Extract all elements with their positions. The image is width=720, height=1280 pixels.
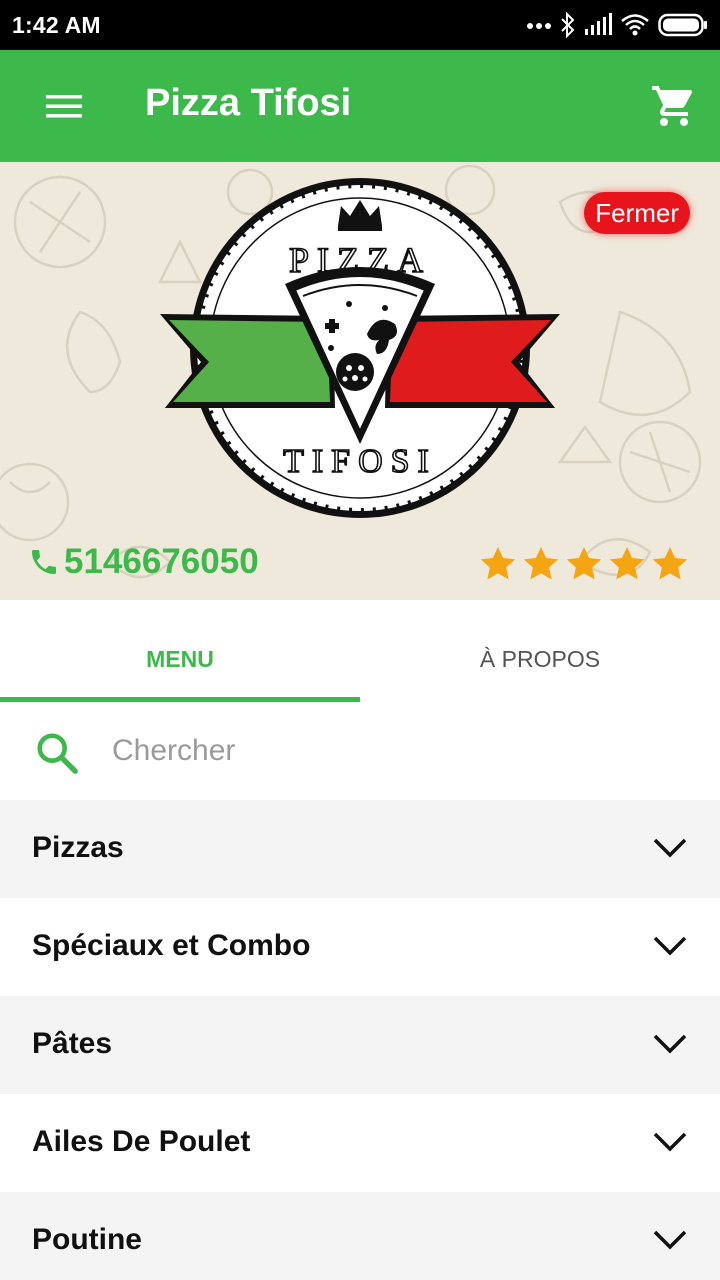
chevron-down-icon bbox=[653, 838, 687, 858]
hamburger-menu-icon[interactable] bbox=[40, 86, 88, 126]
category-poutine[interactable]: Poutine bbox=[0, 1192, 720, 1280]
status-time: 1:42 AM bbox=[12, 12, 101, 38]
star-icon bbox=[652, 547, 688, 580]
signal-icon bbox=[585, 13, 612, 35]
phone-number: 5146676050 bbox=[64, 542, 259, 581]
chevron-down-icon bbox=[653, 1230, 687, 1250]
cart-icon[interactable] bbox=[650, 82, 698, 130]
app-title: Pizza Tifosi bbox=[145, 82, 352, 124]
search-input[interactable] bbox=[112, 724, 672, 778]
category-label: Pâtes bbox=[32, 1027, 113, 1060]
tab-about[interactable]: À PROPOS bbox=[360, 600, 720, 702]
status-icons bbox=[526, 10, 708, 40]
app-bar: Pizza Tifosi bbox=[0, 50, 720, 162]
chevron-down-icon bbox=[653, 1132, 687, 1152]
battery-icon bbox=[658, 13, 707, 37]
chevron-down-icon bbox=[653, 1034, 687, 1054]
category-pates[interactable]: Pâtes bbox=[0, 996, 720, 1094]
menu-category-list: Pizzas Spéciaux et Combo Pâtes Ailes De … bbox=[0, 800, 720, 1280]
category-label: Ailes De Poulet bbox=[32, 1125, 251, 1158]
more-dots-icon bbox=[527, 23, 551, 29]
star-icon bbox=[523, 547, 559, 580]
search-bar bbox=[0, 702, 720, 800]
category-pizzas[interactable]: Pizzas bbox=[0, 800, 720, 898]
star-icon bbox=[480, 547, 516, 580]
bluetooth-icon bbox=[561, 12, 575, 38]
star-rating bbox=[478, 544, 690, 584]
category-label: Spéciaux et Combo bbox=[32, 929, 311, 962]
open-status-badge: Fermer bbox=[584, 192, 690, 234]
category-speciaux-et-combo[interactable]: Spéciaux et Combo bbox=[0, 898, 720, 996]
search-icon bbox=[37, 733, 78, 774]
star-icon bbox=[566, 547, 602, 580]
logo-bottom-text: TIFOSI bbox=[283, 443, 437, 480]
tab-menu[interactable]: MENU bbox=[0, 600, 360, 702]
category-label: Pizzas bbox=[32, 831, 124, 864]
category-ailes-de-poulet[interactable]: Ailes De Poulet bbox=[0, 1094, 720, 1192]
phone-icon bbox=[32, 550, 56, 574]
phone-link[interactable]: 5146676050 bbox=[28, 542, 259, 582]
chevron-down-icon bbox=[653, 936, 687, 956]
status-bar: 1:42 AM bbox=[0, 0, 720, 50]
wifi-icon bbox=[621, 14, 649, 36]
category-label: Poutine bbox=[32, 1223, 142, 1256]
restaurant-hero: PIZZA TIFOSI Fermer 5146676050 bbox=[0, 162, 720, 600]
pizza-tifosi-logo: PIZZA TIFOSI bbox=[160, 178, 560, 518]
star-icon bbox=[609, 547, 645, 580]
tab-bar: MENU À PROPOS bbox=[0, 600, 720, 702]
